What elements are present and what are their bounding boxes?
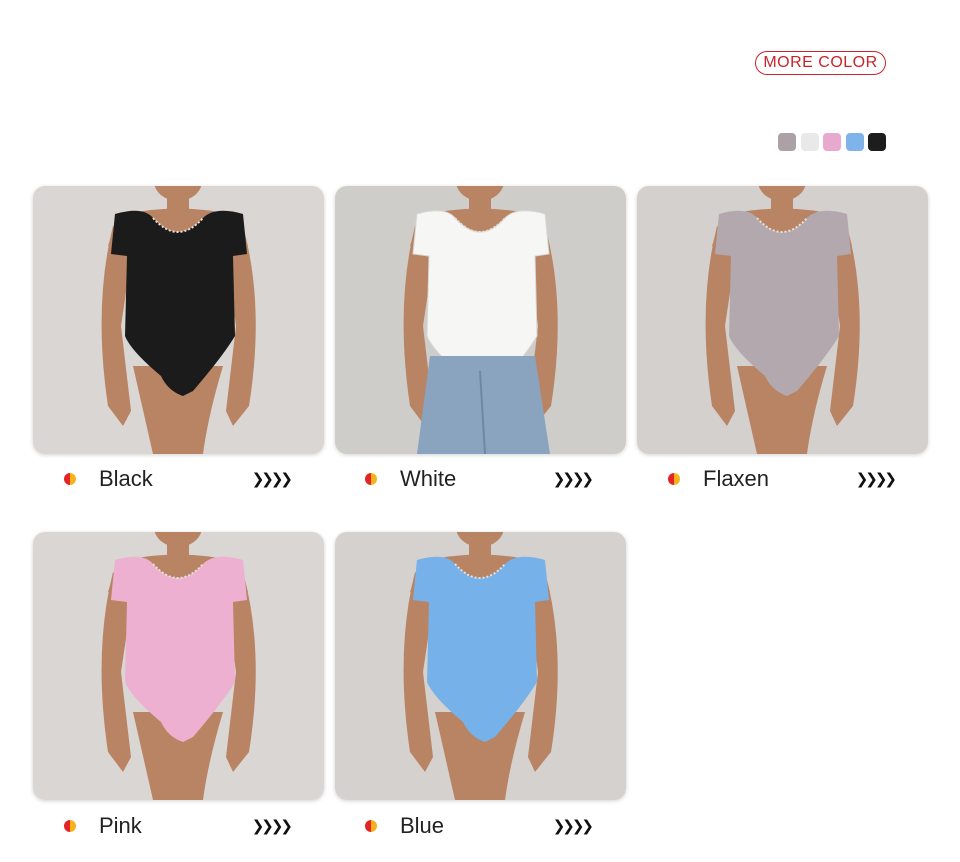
swatch-pink[interactable] (823, 133, 841, 151)
product-image-blue[interactable] (335, 532, 626, 800)
color-name: Black (99, 466, 153, 491)
more-color-label: MORE COLOR (763, 54, 878, 71)
bullet-dot-icon (64, 820, 76, 832)
product-label-black: Black ❯❯❯❯ (64, 464, 293, 494)
chevrons-right-icon[interactable]: ❯❯❯❯ (856, 470, 897, 488)
chevrons-right-icon[interactable]: ❯❯❯❯ (252, 817, 293, 835)
bullet-dot-icon (668, 473, 680, 485)
color-name: Pink (99, 813, 142, 838)
product-image-black[interactable] (33, 186, 324, 454)
product-label-pink: Pink ❯❯❯❯ (64, 811, 293, 841)
swatch-white[interactable] (800, 133, 819, 151)
product-label-blue: Blue ❯❯❯❯ (365, 811, 594, 841)
swatch-black[interactable] (868, 133, 886, 151)
more-color-button[interactable]: MORE COLOR (755, 51, 886, 75)
product-image-pink[interactable] (33, 532, 324, 800)
swatch-blue[interactable] (845, 133, 864, 151)
product-image-flaxen[interactable] (637, 186, 928, 454)
chevrons-right-icon[interactable]: ❯❯❯❯ (553, 470, 594, 488)
bullet-dot-icon (64, 473, 76, 485)
product-image-white[interactable] (335, 186, 626, 454)
color-name: White (400, 466, 457, 491)
bullet-dot-icon (365, 473, 377, 485)
bullet-dot-icon (365, 820, 377, 832)
color-name: Flaxen (703, 466, 770, 491)
chevrons-right-icon[interactable]: ❯❯❯❯ (252, 470, 293, 488)
product-label-white: White ❯❯❯❯ (365, 464, 594, 494)
product-label-flaxen: Flaxen ❯❯❯❯ (668, 464, 897, 494)
swatch-flaxen[interactable] (778, 133, 796, 151)
color-name: Blue (400, 813, 445, 838)
chevrons-right-icon[interactable]: ❯❯❯❯ (553, 817, 594, 835)
color-swatches (778, 133, 886, 151)
